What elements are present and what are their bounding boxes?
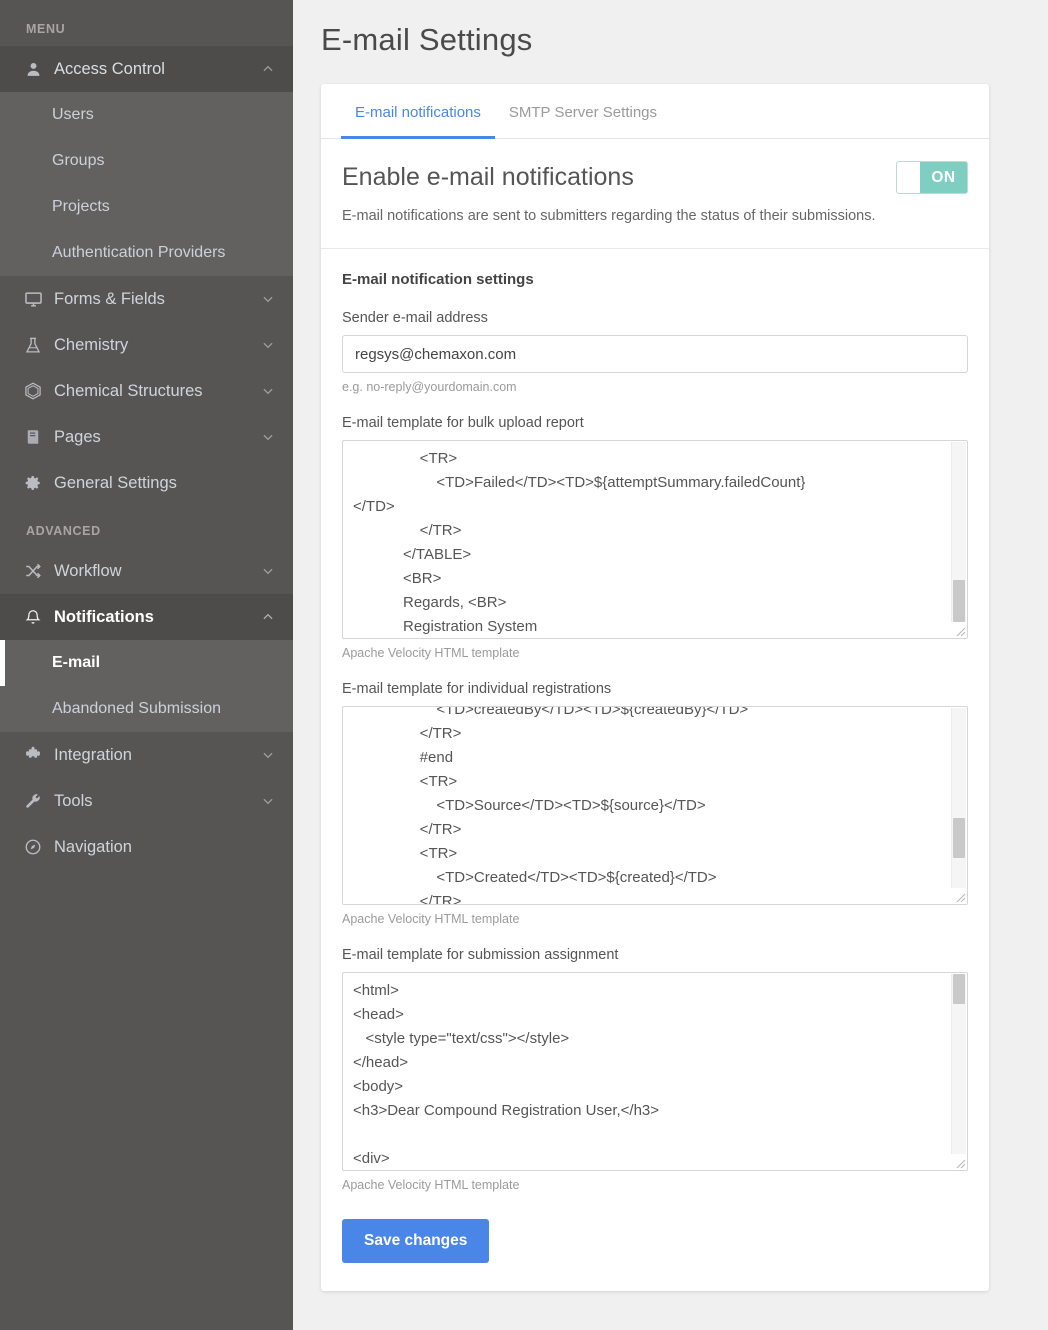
tab-smtp-server-settings[interactable]: SMTP Server Settings: [495, 84, 671, 139]
sidebar-group-label: Navigation: [54, 838, 275, 857]
chevron-down-icon: [261, 292, 275, 306]
sidebar-group-notifications[interactable]: Notifications: [0, 594, 293, 640]
sidebar-group-forms-fields[interactable]: Forms & Fields: [0, 276, 293, 322]
template-individual-registrations-hint: Apache Velocity HTML template: [342, 912, 968, 926]
sidebar-group-chemical-structures[interactable]: Chemical Structures: [0, 368, 293, 414]
wrench-icon: [20, 790, 46, 812]
enable-row: Enable e-mail notifications ON: [342, 161, 968, 194]
template-submission-assignment-hint: Apache Velocity HTML template: [342, 1178, 968, 1192]
sidebar-group-label: Tools: [54, 792, 261, 811]
sidebar-group-label: Pages: [54, 428, 261, 447]
sidebar-group-label: Workflow: [54, 562, 261, 581]
sidebar-item-authentication-providers[interactable]: Authentication Providers: [0, 230, 293, 276]
sidebar: MENU Access Control Users Groups Project…: [0, 0, 293, 1330]
sender-email-field-block: Sender e-mail address e.g. no-reply@your…: [342, 310, 968, 394]
sidebar-group-tools[interactable]: Tools: [0, 778, 293, 824]
enable-notifications-title: Enable e-mail notifications: [342, 163, 634, 192]
sidebar-group-label: Integration: [54, 746, 261, 765]
sidebar-group-pages[interactable]: Pages: [0, 414, 293, 460]
template-individual-registrations-textarea[interactable]: <TD>createdBy</TD><TD>${createdBy}</TD> …: [342, 706, 968, 905]
user-icon: [20, 58, 46, 80]
sender-email-hint: e.g. no-reply@yourdomain.com: [342, 380, 968, 394]
sidebar-group-integration[interactable]: Integration: [0, 732, 293, 778]
sidebar-group-chemistry[interactable]: Chemistry: [0, 322, 293, 368]
sidebar-item-email[interactable]: E-mail: [0, 640, 293, 686]
chevron-down-icon: [261, 384, 275, 398]
template-submission-assignment-textarea[interactable]: <html> <head> <style type="text/css"></s…: [342, 972, 968, 1171]
chevron-up-icon: [261, 610, 275, 624]
template-bulk-upload-block: E-mail template for bulk upload report <…: [342, 415, 968, 660]
sidebar-group-access-control[interactable]: Access Control: [0, 46, 293, 92]
sidebar-item-users[interactable]: Users: [0, 92, 293, 138]
section-title: E-mail notification settings: [342, 271, 968, 288]
gear-icon: [20, 472, 46, 494]
chevron-up-icon: [261, 62, 275, 76]
resize-grip-icon[interactable]: [951, 622, 966, 637]
sidebar-group-label: Chemistry: [54, 336, 261, 355]
template-submission-assignment-label: E-mail template for submission assignmen…: [342, 947, 968, 963]
template-individual-registrations-label: E-mail template for individual registrat…: [342, 681, 968, 697]
sidebar-group-workflow[interactable]: Workflow: [0, 548, 293, 594]
chevron-down-icon: [261, 794, 275, 808]
flask-icon: [20, 334, 46, 356]
scrollbar-thumb[interactable]: [953, 580, 965, 622]
sidebar-group-label: Notifications: [54, 608, 261, 627]
scrollbar-track[interactable]: [951, 442, 966, 637]
sidebar-group-label: Access Control: [54, 60, 261, 79]
sidebar-submenu-notifications: E-mail Abandoned Submission: [0, 640, 293, 732]
enable-notifications-description: E-mail notifications are sent to submitt…: [342, 208, 968, 224]
enable-notifications-toggle[interactable]: ON: [896, 161, 968, 194]
benzene-icon: [20, 380, 46, 402]
sidebar-group-label: Chemical Structures: [54, 382, 261, 401]
resize-grip-icon[interactable]: [951, 888, 966, 903]
template-individual-registrations-content: <TD>createdBy</TD><TD>${createdBy}</TD> …: [343, 706, 967, 904]
template-bulk-upload-content: <TR> <TD>Failed</TD><TD>${attemptSummary…: [343, 441, 967, 638]
bell-icon: [20, 606, 46, 628]
tab-email-notifications[interactable]: E-mail notifications: [341, 84, 495, 139]
resize-grip-icon[interactable]: [951, 1154, 966, 1169]
notification-settings-body: E-mail notification settings Sender e-ma…: [321, 249, 989, 1291]
template-bulk-upload-label: E-mail template for bulk upload report: [342, 415, 968, 431]
template-individual-registrations-block: E-mail template for individual registrat…: [342, 681, 968, 926]
toggle-knob: [897, 162, 920, 193]
sidebar-menu-caption: MENU: [0, 18, 293, 46]
sidebar-item-abandoned-submission[interactable]: Abandoned Submission: [0, 686, 293, 732]
tab-bar: E-mail notifications SMTP Server Setting…: [321, 84, 989, 139]
page-title: E-mail Settings: [321, 22, 1018, 58]
shuffle-icon: [20, 560, 46, 582]
book-icon: [20, 426, 46, 448]
sidebar-submenu-access-control: Users Groups Projects Authentication Pro…: [0, 92, 293, 276]
save-changes-button[interactable]: Save changes: [342, 1219, 489, 1263]
scrollbar-thumb[interactable]: [953, 974, 965, 1004]
enable-notifications-section: Enable e-mail notifications ON E-mail no…: [321, 139, 989, 249]
chevron-down-icon: [261, 430, 275, 444]
template-submission-assignment-content: <html> <head> <style type="text/css"></s…: [343, 973, 967, 1170]
chevron-down-icon: [261, 564, 275, 578]
sidebar-group-general-settings[interactable]: General Settings: [0, 460, 293, 506]
compass-icon: [20, 836, 46, 858]
sidebar-item-projects[interactable]: Projects: [0, 184, 293, 230]
scrollbar-track[interactable]: [951, 974, 966, 1169]
monitor-icon: [20, 288, 46, 310]
sender-email-input[interactable]: [342, 335, 968, 373]
sidebar-group-label: Forms & Fields: [54, 290, 261, 309]
template-submission-assignment-block: E-mail template for submission assignmen…: [342, 947, 968, 1192]
puzzle-icon: [20, 744, 46, 766]
scrollbar-track[interactable]: [951, 708, 966, 903]
chevron-down-icon: [261, 338, 275, 352]
sender-email-label: Sender e-mail address: [342, 310, 968, 326]
template-bulk-upload-textarea[interactable]: <TR> <TD>Failed</TD><TD>${attemptSummary…: [342, 440, 968, 639]
sidebar-group-navigation[interactable]: Navigation: [0, 824, 293, 870]
sidebar-group-label: General Settings: [54, 474, 275, 493]
main-content: E-mail Settings E-mail notifications SMT…: [293, 0, 1048, 1330]
template-bulk-upload-hint: Apache Velocity HTML template: [342, 646, 968, 660]
toggle-state-label: ON: [920, 169, 967, 187]
sidebar-item-groups[interactable]: Groups: [0, 138, 293, 184]
sidebar-advanced-caption: ADVANCED: [0, 506, 293, 548]
chevron-down-icon: [261, 748, 275, 762]
settings-card: E-mail notifications SMTP Server Setting…: [321, 84, 989, 1291]
scrollbar-thumb[interactable]: [953, 818, 965, 858]
